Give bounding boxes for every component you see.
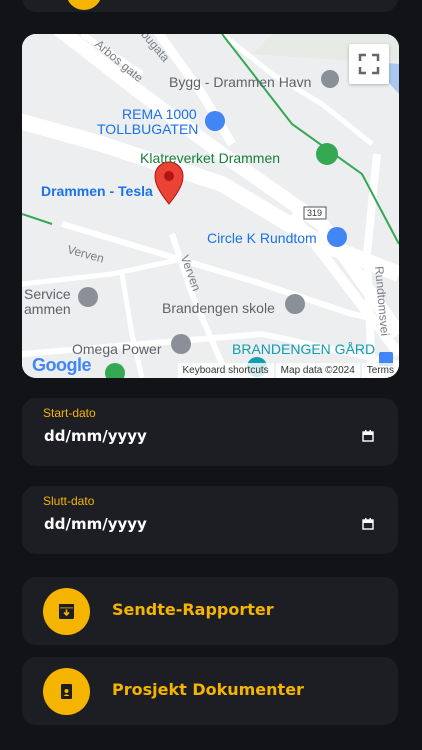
document-person-icon <box>61 684 72 699</box>
map-label-service-2[interactable]: ammen <box>24 301 71 317</box>
start-date-field[interactable]: Start-dato dd/mm/yyyy <box>22 398 398 466</box>
calendar-icon[interactable] <box>362 430 374 442</box>
map-label-rema[interactable]: REMA 1000 <box>122 106 197 122</box>
fullscreen-icon <box>358 53 380 75</box>
sent-reports-icon-circle <box>43 588 90 635</box>
map-label-pin[interactable]: Drammen - Tesla <box>41 183 153 199</box>
end-date-label: Slutt-dato <box>43 494 95 508</box>
end-date-field[interactable]: Slutt-dato dd/mm/yyyy <box>22 486 398 554</box>
map-label-rema-street[interactable]: TOLLBUGATEN <box>97 121 198 137</box>
project-documents-icon-circle <box>43 668 90 715</box>
map-label-brandengen-gard[interactable]: BRANDENGEN GÅRD <box>232 341 375 357</box>
sent-reports-button[interactable]: Sendte-Rapporter <box>22 577 398 645</box>
map-road-319: 319 <box>307 208 323 218</box>
previous-card <box>22 0 398 12</box>
map-view[interactable]: Bygg - Drammen Havn REMA 1000 TOLLBUGATE… <box>22 34 399 378</box>
start-date-label: Start-dato <box>43 406 96 420</box>
map-label-brandengen-skole[interactable]: Brandengen skole <box>162 300 275 316</box>
archive-download-icon <box>59 604 74 619</box>
fullscreen-button[interactable] <box>349 44 389 84</box>
map-label-circlek[interactable]: Circle K Rundtom <box>207 230 317 246</box>
map-label-klatreverket[interactable]: Klatreverket Drammen <box>140 150 280 166</box>
end-date-input[interactable]: dd/mm/yyyy <box>44 515 147 533</box>
map-label-service[interactable]: Service <box>24 286 71 302</box>
sent-reports-label: Sendte-Rapporter <box>112 600 274 619</box>
start-date-input[interactable]: dd/mm/yyyy <box>44 427 147 445</box>
map-attribution: Keyboard shortcuts Map data ©2024 Terms <box>22 361 399 378</box>
calendar-icon[interactable] <box>362 518 374 530</box>
project-documents-button[interactable]: Prosjekt Dokumenter <box>22 657 398 725</box>
map-label-bygg[interactable]: Bygg - Drammen Havn <box>169 74 311 90</box>
keyboard-shortcuts-link[interactable]: Keyboard shortcuts <box>177 363 274 378</box>
map-data-text: Map data ©2024 <box>275 363 360 378</box>
previous-card-icon <box>66 0 102 10</box>
terms-link[interactable]: Terms <box>361 363 399 378</box>
project-documents-label: Prosjekt Dokumenter <box>112 680 304 699</box>
